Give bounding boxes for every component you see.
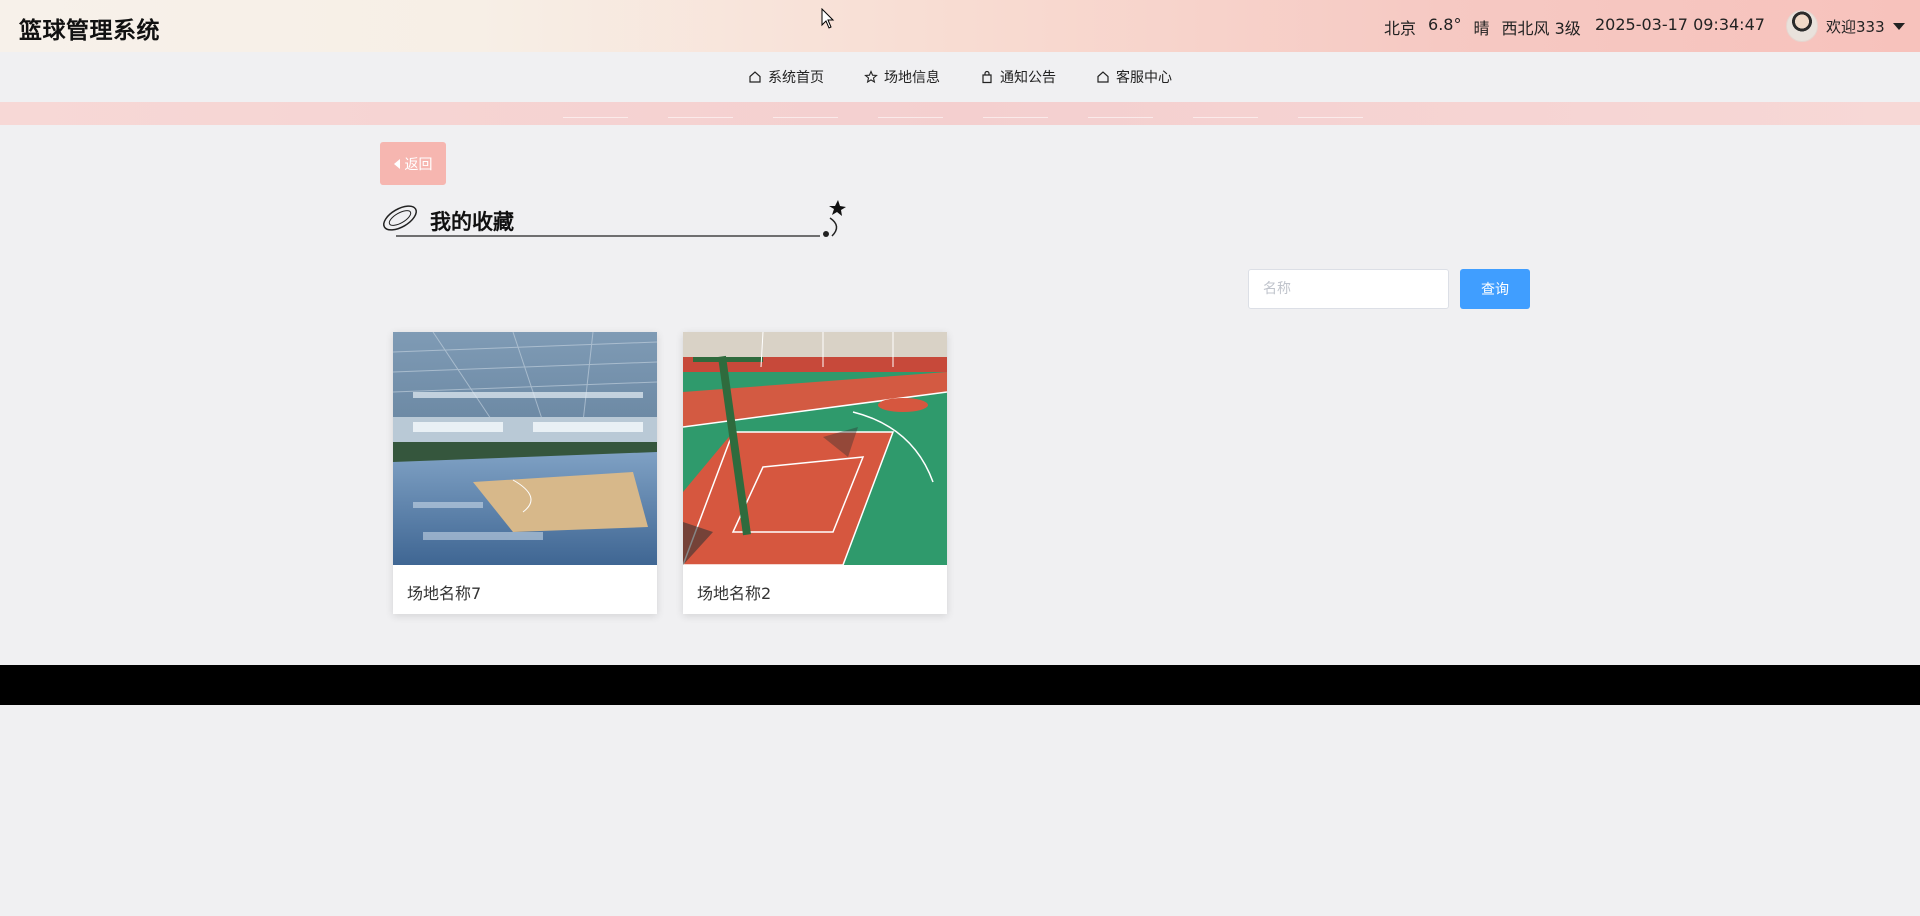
venue-image[interactable] xyxy=(393,332,657,565)
site-title: 篮球管理系统 xyxy=(19,18,160,44)
decorative-strip xyxy=(0,102,1920,125)
back-label: 返回 xyxy=(404,156,433,173)
weather-temp: 6.8° xyxy=(1428,15,1462,34)
name-search-input[interactable] xyxy=(1248,269,1449,309)
caret-left-icon xyxy=(393,158,400,169)
nav-item-notices[interactable]: 通知公告 xyxy=(980,67,1056,87)
bag-icon xyxy=(982,70,992,84)
weather-city: 北京 xyxy=(1384,19,1417,38)
star-icon xyxy=(864,70,878,84)
mouse-cursor-icon xyxy=(821,8,835,29)
user-menu[interactable]: 欢迎333 xyxy=(1786,8,1905,44)
page-title: 我的收藏 xyxy=(430,210,514,234)
nav-item-service[interactable]: 客服中心 xyxy=(1096,67,1172,87)
nav-item-venues[interactable]: 场地信息 xyxy=(864,67,940,87)
home-icon xyxy=(749,71,761,83)
avatar[interactable] xyxy=(1786,10,1818,42)
weather-condition: 晴 xyxy=(1473,19,1490,38)
favorite-card[interactable]: 场地名称7 xyxy=(393,332,657,614)
top-header: 篮球管理系统 北京 6.8° 晴 西北风 3级 2025-03-17 09:34… xyxy=(0,0,1920,52)
nav-item-label: 通知公告 xyxy=(1000,70,1056,86)
main-nav: 系统首页 场地信息 通知公告 客服中心 xyxy=(0,52,1920,102)
venue-name[interactable]: 场地名称7 xyxy=(407,580,481,604)
footer xyxy=(0,665,1920,705)
user-greeting[interactable]: 欢迎333 xyxy=(1826,16,1885,37)
venue-image[interactable] xyxy=(683,332,947,565)
nav-item-home[interactable]: 系统首页 xyxy=(748,67,824,87)
favorite-card[interactable]: 场地名称2 xyxy=(683,332,947,614)
home-icon xyxy=(1097,71,1109,83)
current-datetime: 2025-03-17 09:34:47 xyxy=(1595,15,1765,34)
nav-item-label: 场地信息 xyxy=(884,70,940,86)
nav-item-label: 系统首页 xyxy=(768,70,824,86)
nav-item-label: 客服中心 xyxy=(1116,70,1172,86)
section-header: 我的收藏 xyxy=(380,198,850,240)
venue-name[interactable]: 场地名称2 xyxy=(697,580,771,604)
search-button[interactable]: 查询 xyxy=(1460,269,1530,309)
weather-wind: 西北风 3级 xyxy=(1501,19,1581,38)
caret-down-icon[interactable] xyxy=(1892,22,1905,30)
back-button[interactable]: 返回 xyxy=(380,142,446,185)
weather-info: 北京 6.8° 晴 西北风 3级 xyxy=(1384,15,1581,39)
